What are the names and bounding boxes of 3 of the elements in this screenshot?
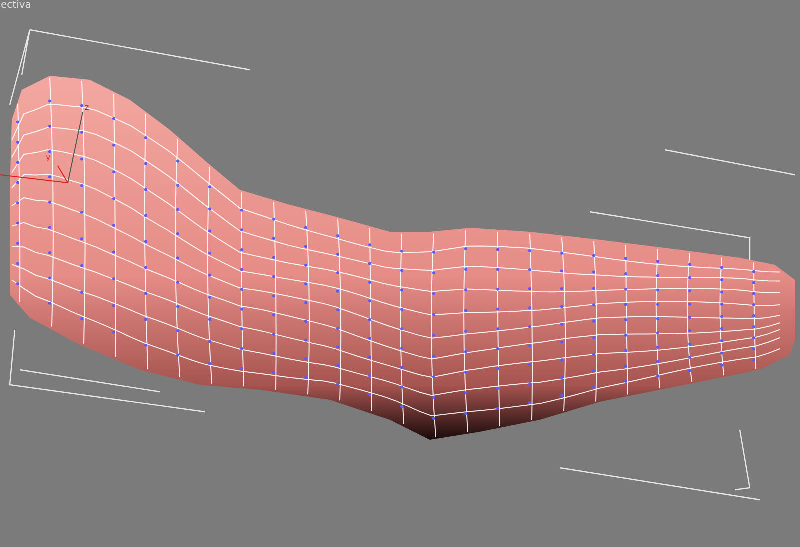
viewport-label[interactable]: ectiva [1,0,32,12]
axis-label: y [46,153,51,162]
axis-label: z [85,103,90,112]
